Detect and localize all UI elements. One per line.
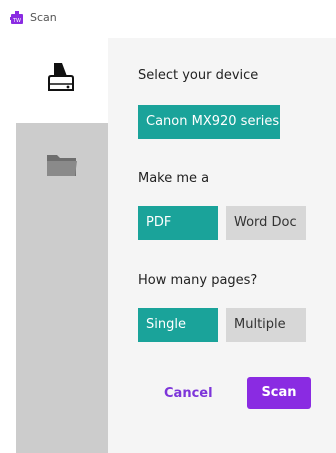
pages-option-multiple[interactable]: Multiple [226,308,306,342]
title-bar: TW Scan [0,0,336,38]
sidebar-item-files[interactable] [16,138,108,188]
app-title: Scan [30,11,57,24]
device-label: Select your device [138,68,259,83]
scan-button[interactable]: Scan [247,377,311,409]
sidebar [16,38,108,453]
format-option-pdf[interactable]: PDF [138,206,218,240]
format-option-word-doc[interactable]: Word Doc [226,206,306,240]
device-select[interactable]: Canon MX920 series [138,105,280,139]
app-icon-text: TW [12,18,21,24]
pages-label: How many pages? [138,273,258,288]
cancel-button[interactable]: Cancel [164,386,213,401]
app-icon: TW [10,11,23,24]
sidebar-item-device[interactable] [16,38,108,123]
scanner-icon [48,63,74,91]
format-label: Make me a [138,171,210,186]
folder-icon [47,155,77,176]
pages-option-single[interactable]: Single [138,308,218,342]
